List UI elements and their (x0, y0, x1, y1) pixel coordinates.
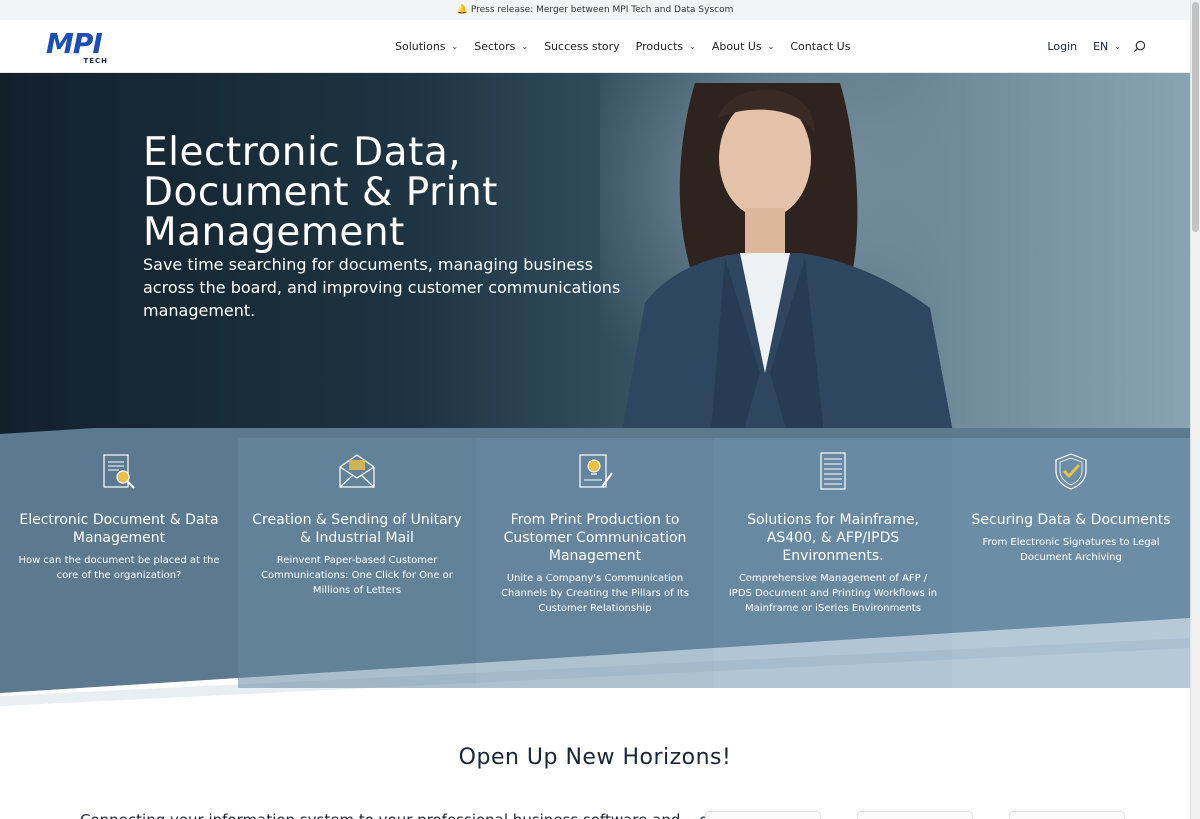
section-title: Open Up New Horizons! (458, 745, 732, 770)
site-header: MPI TECH Solutions ⌄ Sectors ⌄ Success sto… (0, 20, 1190, 73)
partner-logo-card[interactable] (857, 811, 973, 819)
hero-title: Electronic Data, Document & Print Manage… (143, 130, 498, 255)
nav-item-solutions[interactable]: Solutions ⌄ (395, 40, 458, 53)
solution-card[interactable]: Solutions for Mainframe, AS400, & AFP/IP… (714, 438, 952, 688)
card-title: From Print Production to Customer Commun… (503, 512, 687, 564)
partner-logo-card[interactable] (705, 811, 821, 819)
card-description: Reinvent Paper-based Customer Communicat… (261, 555, 453, 596)
nav-item-label: Contact Us (790, 40, 851, 53)
card-title: Securing Data & Documents (971, 512, 1171, 528)
nav-item-label: Products (635, 40, 684, 53)
nav-item-label: Success story (544, 40, 620, 53)
nav-item-sectors[interactable]: Sectors ⌄ (474, 40, 528, 53)
logo-subtext: TECH (83, 57, 108, 65)
nav-item-success-story[interactable]: Success story (544, 40, 620, 53)
solutions-cards: Electronic Document & Data Management Ho… (0, 438, 1190, 688)
hero-portrait-image (600, 73, 960, 443)
chevron-down-icon: ⌄ (689, 42, 696, 51)
login-link[interactable]: Login (1047, 40, 1077, 53)
nav-item-label: About Us (711, 40, 762, 53)
mpi-tech-logo[interactable]: MPI TECH (46, 27, 110, 66)
envelope-icon (339, 454, 375, 488)
solution-card[interactable]: Creation & Sending of Unitary & Industri… (238, 438, 476, 688)
language-selector[interactable]: EN ⌄ (1093, 40, 1121, 53)
header-utilities: Login EN ⌄ (1047, 20, 1146, 73)
card-title: Solutions for Mainframe, AS400, & AFP/IP… (747, 512, 919, 564)
nav-item-products[interactable]: Products ⌄ (636, 40, 696, 53)
server-icon (820, 452, 846, 490)
partner-logos (705, 811, 1125, 819)
nav-item-about-us[interactable]: About Us ⌄ (712, 40, 775, 53)
announcement-bar[interactable]: 🔔 Press release: Merger between MPI Tech… (0, 0, 1190, 20)
lightbulb-document-icon (579, 454, 613, 488)
card-title: Creation & Sending of Unitary & Industri… (252, 512, 462, 546)
chevron-down-icon: ⌄ (521, 42, 529, 51)
nav-item-label: Solutions (395, 40, 446, 53)
document-search-icon (103, 454, 135, 489)
card-title: Electronic Document & Data Management (19, 512, 219, 546)
nav-item-contact-us[interactable]: Contact Us (790, 40, 850, 53)
shield-check-icon (1055, 453, 1087, 490)
page-scrollbar[interactable] (1190, 0, 1200, 819)
card-description: How can the document be placed at the co… (18, 555, 220, 581)
partner-logo-card[interactable] (1009, 811, 1125, 819)
section-body-text: Connecting your information system to yo… (80, 811, 793, 819)
search-icon[interactable] (1133, 40, 1146, 53)
logo-mark: MPI (46, 27, 103, 60)
hero-subtitle: Save time searching for documents, manag… (143, 255, 621, 320)
horizons-section: Open Up New Horizons! (0, 745, 1190, 770)
chevron-down-icon: ⌄ (451, 42, 459, 51)
card-description: Unite a Company's Communication Channels… (501, 573, 689, 614)
scrollbar-thumb[interactable] (1192, 2, 1199, 232)
chevron-down-icon: ⌄ (1114, 42, 1121, 51)
hero-section: Electronic Data, Document & Print Manage… (0, 73, 1190, 713)
nav-item-label: Sectors (474, 40, 516, 53)
announcement-text[interactable]: Press release: Merger between MPI Tech a… (471, 5, 734, 15)
solution-card[interactable]: Securing Data & Documents From Electroni… (952, 438, 1190, 688)
solution-card[interactable]: Electronic Document & Data Management Ho… (0, 438, 238, 688)
solution-card[interactable]: From Print Production to Customer Commun… (476, 438, 714, 688)
chevron-down-icon: ⌄ (767, 42, 775, 51)
bell-icon: 🔔 (456, 5, 468, 15)
card-description: Comprehensive Management of AFP / IPDS D… (728, 573, 938, 614)
card-description: From Electronic Signatures to Legal Docu… (982, 537, 1160, 563)
main-nav: Solutions ⌄ Sectors ⌄ Success story Produc… (395, 20, 866, 73)
language-label: EN (1093, 40, 1109, 53)
